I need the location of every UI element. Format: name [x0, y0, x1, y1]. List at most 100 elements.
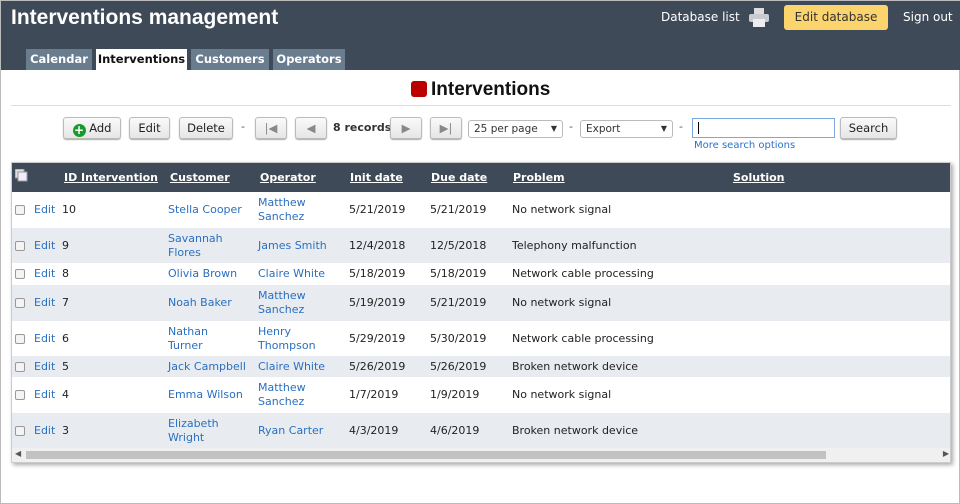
due-date: 5/26/2019: [430, 359, 487, 373]
next-page-button[interactable]: ▶: [390, 117, 422, 139]
operator-link[interactable]: Matthew Sanchez: [258, 381, 336, 409]
table-row[interactable]: Edit 7 Noah Baker Matthew Sanchez 5/19/2019 5…: [12, 285, 950, 321]
edit-row-link[interactable]: Edit: [34, 424, 55, 438]
row-id: 10: [62, 203, 76, 216]
page-color-square-icon: [411, 81, 427, 97]
col-solution[interactable]: Solution: [733, 171, 785, 184]
init-date: 5/29/2019: [349, 331, 406, 345]
interventions-table: ID Intervention Customer Operator Init d…: [11, 162, 951, 463]
row-id: 7: [62, 296, 69, 309]
problem: Network cable processing: [512, 267, 654, 280]
table-row[interactable]: Edit 5 Jack Campbell Claire White 5/26/2019 5…: [12, 356, 950, 377]
printer-icon[interactable]: [749, 8, 769, 27]
tab-customers[interactable]: Customers: [191, 49, 269, 70]
problem: No network signal: [512, 388, 612, 401]
row-checkbox[interactable]: [15, 361, 25, 372]
search-input[interactable]: [692, 118, 835, 138]
customer-link[interactable]: Emma Wilson: [168, 388, 246, 402]
table-row[interactable]: Edit 10 Stella Cooper Matthew Sanchez 5/21/2…: [12, 192, 950, 228]
problem: Broken network device: [512, 359, 639, 373]
edit-row-link[interactable]: Edit: [34, 239, 55, 253]
export-select[interactable]: Export ▼: [580, 120, 673, 138]
operator-link[interactable]: Matthew Sanchez: [258, 289, 336, 317]
edit-button[interactable]: Edit: [129, 117, 170, 139]
more-search-options-link[interactable]: More search options: [694, 140, 795, 151]
tab-calendar[interactable]: Calendar: [26, 49, 92, 70]
init-date: 1/7/2019: [349, 388, 399, 401]
database-list-link[interactable]: Database list: [661, 10, 740, 24]
row-checkbox[interactable]: [15, 240, 25, 251]
horizontal-scrollbar[interactable]: ◀ ▶: [12, 448, 950, 462]
edit-row-link[interactable]: Edit: [34, 360, 55, 374]
scroll-left-icon[interactable]: ◀: [15, 449, 21, 458]
dropdown-arrow-icon: ▼: [660, 124, 667, 133]
due-date: 5/21/2019: [430, 203, 487, 216]
delete-button[interactable]: Delete: [179, 117, 233, 139]
tab-interventions[interactable]: Interventions: [96, 49, 187, 70]
customer-link[interactable]: Stella Cooper: [168, 203, 246, 217]
customer-link[interactable]: Elizabeth Wright: [168, 417, 246, 445]
app-title: Interventions management: [11, 6, 279, 29]
table-row[interactable]: Edit 4 Emma Wilson Matthew Sanchez 1/7/2019 1…: [12, 377, 950, 413]
export-value: Export: [586, 123, 621, 135]
edit-row-link[interactable]: Edit: [34, 388, 55, 402]
scrollbar-thumb[interactable]: [26, 451, 826, 459]
operator-link[interactable]: Henry Thompson: [258, 325, 336, 353]
table-row[interactable]: Edit 9 Savannah Flores James Smith 12/4/2018…: [12, 228, 950, 263]
customer-link[interactable]: Savannah Flores: [168, 232, 246, 260]
operator-link[interactable]: Ryan Carter: [258, 424, 336, 438]
init-date: 5/26/2019: [349, 359, 406, 373]
prev-page-button[interactable]: ◀: [295, 117, 327, 139]
due-date: 5/18/2019: [430, 267, 487, 280]
table-row[interactable]: Edit 3 Elizabeth Wright Ryan Carter 4/3/2019…: [12, 413, 950, 448]
per-page-value: 25 per page: [474, 123, 538, 135]
page-title-text: Interventions: [431, 79, 551, 100]
problem: No network signal: [512, 203, 612, 216]
select-all-icon[interactable]: [15, 169, 28, 182]
row-id: 5: [62, 359, 69, 373]
customer-link[interactable]: Noah Baker: [168, 296, 246, 310]
row-checkbox[interactable]: [15, 298, 25, 308]
table-row[interactable]: Edit 6 Nathan Turner Henry Thompson 5/29/201…: [12, 321, 950, 356]
row-checkbox[interactable]: [15, 205, 25, 215]
customer-link[interactable]: Jack Campbell: [168, 360, 246, 374]
add-label: Add: [89, 121, 112, 135]
operator-link[interactable]: Matthew Sanchez: [258, 196, 336, 224]
operator-link[interactable]: Claire White: [258, 360, 336, 374]
tab-operators[interactable]: Operators: [273, 49, 345, 70]
first-page-button[interactable]: |◀: [255, 117, 287, 139]
init-date: 5/19/2019: [349, 296, 406, 309]
dropdown-arrow-icon: ▼: [550, 124, 557, 133]
customer-link[interactable]: Nathan Turner: [168, 325, 246, 353]
edit-database-button[interactable]: Edit database: [784, 5, 888, 30]
row-id: 6: [62, 331, 69, 345]
separator: -: [241, 120, 245, 133]
row-checkbox[interactable]: [15, 425, 25, 436]
col-due-date[interactable]: Due date: [431, 171, 487, 184]
separator: -: [569, 120, 573, 133]
row-checkbox[interactable]: [15, 390, 25, 400]
row-checkbox[interactable]: [15, 269, 25, 279]
col-init-date[interactable]: Init date: [350, 171, 403, 184]
edit-row-link[interactable]: Edit: [34, 203, 55, 217]
table-row[interactable]: Edit 8 Olivia Brown Claire White 5/18/2019 5/…: [12, 263, 950, 285]
record-count: 8 records: [333, 121, 392, 134]
col-customer[interactable]: Customer: [170, 171, 230, 184]
customer-link[interactable]: Olivia Brown: [168, 267, 246, 281]
per-page-select[interactable]: 25 per page ▼: [468, 120, 563, 138]
col-id[interactable]: ID Intervention: [64, 171, 158, 184]
next-page-icon: ▶: [401, 121, 411, 135]
edit-row-link[interactable]: Edit: [34, 267, 55, 281]
add-button[interactable]: + Add: [63, 117, 121, 139]
sign-out-link[interactable]: Sign out: [903, 10, 953, 24]
operator-link[interactable]: Claire White: [258, 267, 336, 281]
edit-row-link[interactable]: Edit: [34, 332, 55, 346]
edit-row-link[interactable]: Edit: [34, 296, 55, 310]
search-button[interactable]: Search: [840, 117, 897, 139]
col-operator[interactable]: Operator: [260, 171, 316, 184]
last-page-button[interactable]: ▶|: [430, 117, 462, 139]
operator-link[interactable]: James Smith: [258, 239, 336, 253]
scroll-right-icon[interactable]: ▶: [943, 449, 949, 458]
row-checkbox[interactable]: [15, 333, 25, 344]
col-problem[interactable]: Problem: [513, 171, 565, 184]
